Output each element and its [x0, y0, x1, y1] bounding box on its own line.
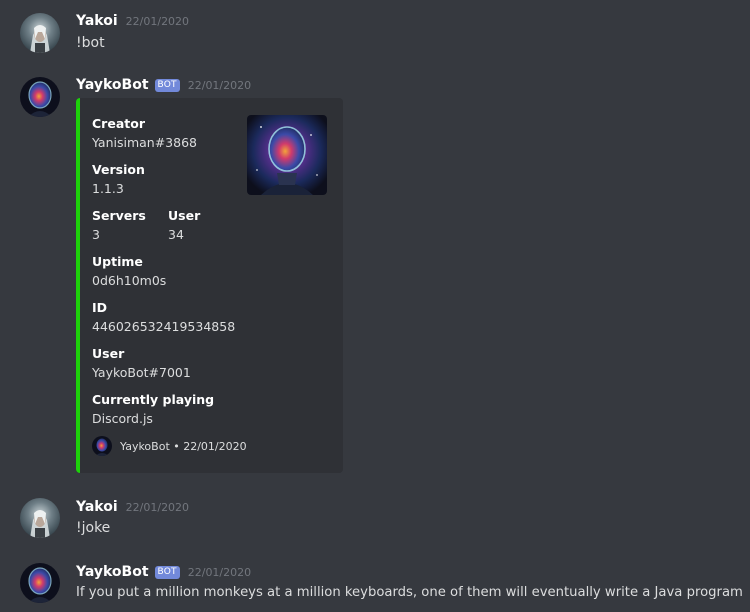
user-avatar[interactable] [20, 498, 60, 538]
timestamp: 22/01/2020 [187, 78, 252, 92]
footer-text: YaykoBot • 22/01/2020 [120, 439, 247, 453]
message-text: !joke [76, 520, 111, 536]
field-name: User [92, 346, 125, 361]
field-version: Version 1.1.3 [92, 161, 145, 199]
bot-tag: BOT [154, 565, 180, 579]
field-value: 3 [92, 227, 100, 242]
user-avatar[interactable] [20, 13, 60, 53]
witcher-avatar-icon [20, 13, 60, 53]
field-value: 34 [168, 227, 184, 242]
embed-accent-bar [76, 98, 80, 473]
bot-avatar[interactable] [20, 563, 60, 603]
username[interactable]: YaykoBot [76, 564, 149, 580]
field-value: 0d6h10m0s [92, 273, 167, 288]
field-value: YaykoBot#7001 [92, 365, 191, 380]
timestamp: 22/01/2020 [187, 565, 252, 579]
footer-avatar-icon [92, 436, 112, 456]
field-value: Yanisiman#3868 [92, 135, 197, 150]
field-name: Uptime [92, 254, 143, 269]
field-currently-playing: Currently playing Discord.js [92, 391, 214, 429]
bot-tag: BOT [154, 78, 180, 92]
field-id: ID 446026532419534858 [92, 299, 235, 337]
field-uptime: Uptime 0d6h10m0s [92, 253, 166, 291]
message-text: If you put a million monkeys at a millio… [76, 585, 743, 600]
field-name: Version [92, 162, 145, 177]
field-servers: Servers 3 [92, 207, 146, 245]
astronaut-nebula-thumbnail-icon [247, 115, 327, 195]
astronaut-nebula-avatar-icon [20, 563, 60, 603]
astronaut-nebula-avatar-icon [20, 77, 60, 117]
field-name: ID [92, 300, 108, 315]
username[interactable]: Yakoi [76, 13, 118, 29]
username[interactable]: YaykoBot [76, 77, 149, 93]
username[interactable]: Yakoi [76, 499, 118, 515]
field-value: 1.1.3 [92, 181, 124, 196]
field-user-count: User 34 [168, 207, 200, 245]
field-name: Servers [92, 208, 146, 223]
field-name: Currently playing [92, 392, 215, 407]
field-value: Discord.js [92, 411, 153, 426]
field-value: 446026532419534858 [92, 319, 236, 334]
bot-avatar[interactable] [20, 77, 60, 117]
field-user: User YaykoBot#7001 [92, 345, 191, 383]
embed-footer: YaykoBot • 22/01/2020 [92, 436, 247, 456]
field-creator: Creator Yanisiman#3868 [92, 115, 197, 153]
field-name: User [168, 208, 201, 223]
embed-thumbnail[interactable] [247, 115, 327, 195]
bot-info-embed: Creator Yanisiman#3868 Version 1.1.3 Ser… [76, 98, 343, 473]
timestamp: 22/01/2020 [125, 500, 190, 514]
field-name: Creator [92, 116, 145, 131]
witcher-avatar-icon [20, 498, 60, 538]
timestamp: 22/01/2020 [125, 14, 190, 28]
message-text: !bot [76, 35, 105, 51]
